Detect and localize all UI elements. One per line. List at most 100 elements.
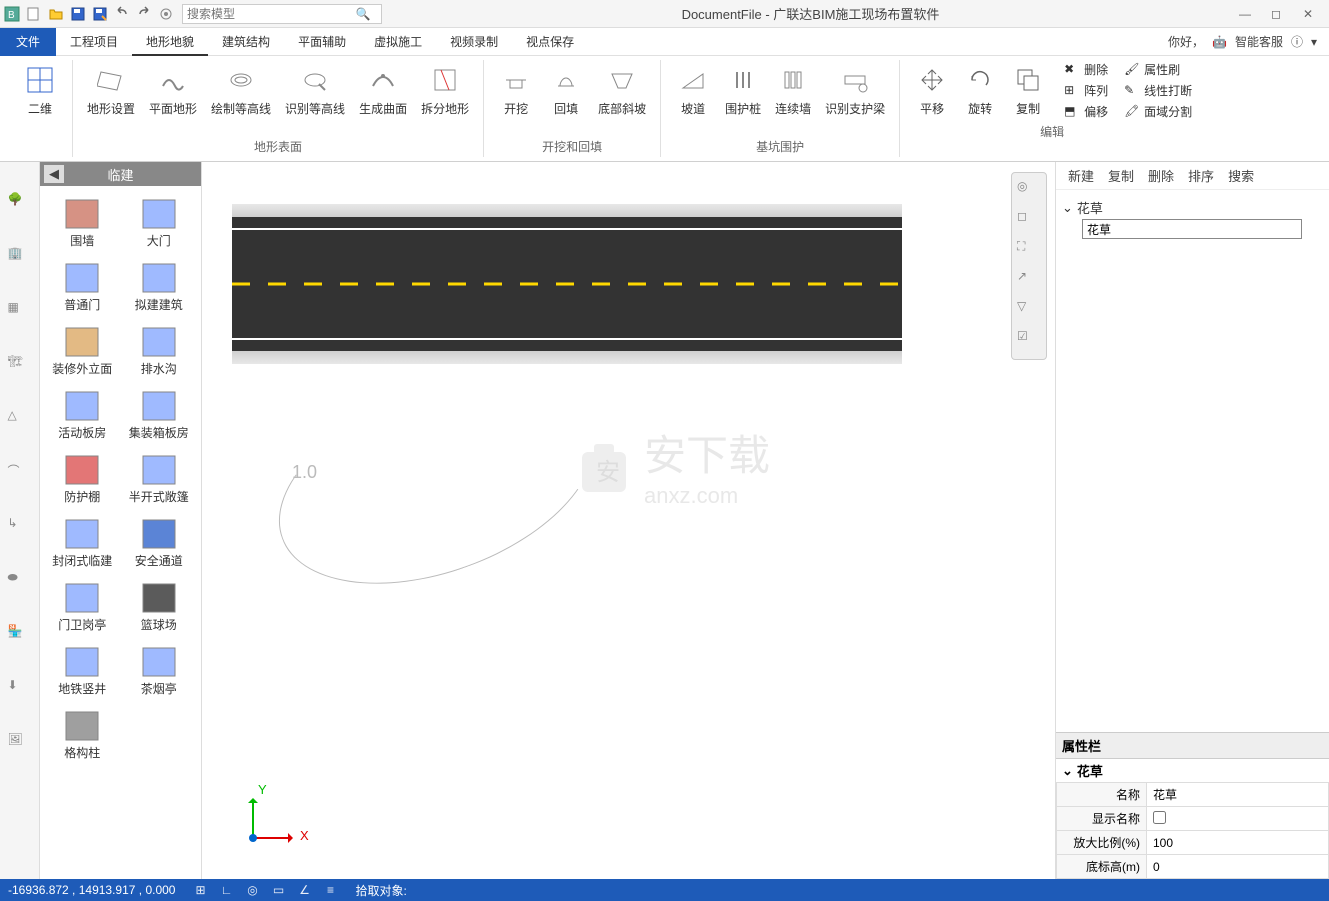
btn-backfill[interactable]: 回填: [542, 60, 590, 121]
search-icon[interactable]: 🔍: [353, 7, 373, 21]
menu-viewpoint[interactable]: 视点保存: [512, 28, 588, 56]
vt-filter-icon[interactable]: ▽: [1017, 299, 1041, 323]
tree-btn-new[interactable]: 新建: [1068, 166, 1094, 185]
collapse-icon[interactable]: ⌄: [1062, 763, 1073, 779]
tree-btn-search[interactable]: 搜索: [1228, 166, 1254, 185]
cat-scaffold-icon[interactable]: ▦: [8, 300, 32, 324]
prop-row[interactable]: 名称花草: [1057, 783, 1329, 807]
cat-crane-icon[interactable]: 🏗: [8, 354, 32, 378]
cat-path-icon[interactable]: ↳: [8, 516, 32, 540]
tree-btn-delete[interactable]: 删除: [1148, 166, 1174, 185]
dropdown-icon[interactable]: ▾: [1311, 35, 1317, 49]
sb-icon2[interactable]: ∟: [217, 882, 235, 898]
viewport-3d[interactable]: 1.0 安 安下载anxz.com Y X ◎ ◻ ⛶ ↗ ▽ ☑: [202, 162, 1055, 879]
close-button[interactable]: ✕: [1303, 7, 1317, 21]
undo-icon[interactable]: [114, 6, 130, 22]
open-icon[interactable]: [48, 6, 64, 22]
cat-store-icon[interactable]: 🏪: [8, 624, 32, 648]
tree-item-input[interactable]: [1082, 219, 1302, 239]
cat-building-icon[interactable]: 🏢: [8, 246, 32, 270]
prop-section-header[interactable]: ⌄花草: [1056, 759, 1329, 782]
btn-offset[interactable]: ⬒偏移: [1060, 102, 1112, 121]
maximize-button[interactable]: ◻: [1271, 7, 1285, 21]
sb-icon3[interactable]: ◎: [243, 882, 261, 898]
prop-row[interactable]: 显示名称: [1057, 807, 1329, 831]
palette-item[interactable]: 装修外立面: [46, 320, 119, 380]
btn-delete[interactable]: ✖删除: [1060, 60, 1112, 79]
palette-item[interactable]: 格构柱: [46, 704, 119, 764]
cat-cylinder-icon[interactable]: ⬬: [8, 570, 32, 594]
btn-region-split[interactable]: 🖍面域分割: [1120, 102, 1196, 121]
btn-copy[interactable]: 复制: [1004, 60, 1052, 121]
btn-pan[interactable]: 平移: [908, 60, 956, 121]
btn-flat-terrain[interactable]: 平面地形: [143, 60, 203, 121]
palette-item[interactable]: 半开式敞篷: [123, 448, 196, 508]
cat-tree-icon[interactable]: 🌳: [8, 192, 32, 216]
palette-item[interactable]: 普通门: [46, 256, 119, 316]
btn-retaining-pile[interactable]: 围护桩: [719, 60, 767, 121]
prop-value[interactable]: 100: [1147, 831, 1329, 855]
palette-item[interactable]: 排水沟: [123, 320, 196, 380]
tree-node-root[interactable]: ⌄花草: [1062, 196, 1323, 219]
btn-draw-contour[interactable]: 绘制等高线: [205, 60, 277, 121]
palette-item[interactable]: 防护棚: [46, 448, 119, 508]
palette-back-button[interactable]: ◀: [44, 165, 64, 183]
btn-terrain-settings[interactable]: 地形设置: [81, 60, 141, 121]
btn-2d[interactable]: 二维: [16, 60, 64, 121]
palette-item[interactable]: 安全通道: [123, 512, 196, 572]
prop-row[interactable]: 放大比例(%)100: [1057, 831, 1329, 855]
palette-item[interactable]: 集装箱板房: [123, 384, 196, 444]
cat-triangle-icon[interactable]: △: [8, 408, 32, 432]
vt-fit-icon[interactable]: ⛶: [1017, 239, 1041, 263]
palette-item[interactable]: 活动板房: [46, 384, 119, 444]
prop-value[interactable]: 0: [1147, 855, 1329, 879]
save-icon[interactable]: [70, 6, 86, 22]
btn-diaphragm-wall[interactable]: 连续墙: [769, 60, 817, 121]
btn-prop-brush[interactable]: 🖌属性刷: [1120, 60, 1196, 79]
btn-identify-contour[interactable]: 识别等高线: [279, 60, 351, 121]
search-input[interactable]: [183, 7, 353, 21]
palette-item[interactable]: 篮球场: [123, 576, 196, 636]
search-box[interactable]: 🔍: [182, 4, 382, 24]
btn-array[interactable]: ⊞阵列: [1060, 81, 1112, 100]
menu-structure[interactable]: 建筑结构: [208, 28, 284, 56]
settings-icon[interactable]: [158, 6, 174, 22]
btn-split-terrain[interactable]: 拆分地形: [415, 60, 475, 121]
menu-file[interactable]: 文件: [0, 28, 56, 56]
btn-ramp[interactable]: 坡道: [669, 60, 717, 121]
sb-icon6[interactable]: ≡: [321, 882, 339, 898]
prop-row[interactable]: 底标高(m)0: [1057, 855, 1329, 879]
redo-icon[interactable]: [136, 6, 152, 22]
cat-arch-icon[interactable]: ⌒: [8, 462, 32, 486]
vt-orbit-icon[interactable]: ◎: [1017, 179, 1041, 203]
vt-arrow-icon[interactable]: ↗: [1017, 269, 1041, 293]
info-icon[interactable]: ⓘ: [1291, 33, 1303, 50]
smart-service-link[interactable]: 智能客服: [1235, 33, 1283, 50]
palette-item[interactable]: 茶烟亭: [123, 640, 196, 700]
menu-plane-aux[interactable]: 平面辅助: [284, 28, 360, 56]
prop-checkbox[interactable]: [1153, 811, 1166, 824]
btn-identify-beam[interactable]: 识别支护梁: [819, 60, 891, 121]
tree-btn-copy[interactable]: 复制: [1108, 166, 1134, 185]
sb-icon4[interactable]: ▭: [269, 882, 287, 898]
prop-value[interactable]: 花草: [1147, 783, 1329, 807]
menu-virtual[interactable]: 虚拟施工: [360, 28, 436, 56]
sb-icon1[interactable]: ⊞: [191, 882, 209, 898]
palette-item[interactable]: 大门: [123, 192, 196, 252]
tree-btn-sort[interactable]: 排序: [1188, 166, 1214, 185]
prop-value[interactable]: [1147, 807, 1329, 831]
sb-icon5[interactable]: ∠: [295, 882, 313, 898]
cat-image-icon[interactable]: 🖼: [8, 732, 32, 756]
saveas-icon[interactable]: [92, 6, 108, 22]
menu-terrain[interactable]: 地形地貌: [132, 28, 208, 56]
cat-download-icon[interactable]: ⬇: [8, 678, 32, 702]
road-object[interactable]: [232, 204, 902, 364]
vt-box-icon[interactable]: ◻: [1017, 209, 1041, 233]
vt-check-icon[interactable]: ☑: [1017, 329, 1041, 353]
minimize-button[interactable]: —: [1239, 7, 1253, 21]
btn-line-break[interactable]: ✎线性打断: [1120, 81, 1196, 100]
new-icon[interactable]: [26, 6, 42, 22]
btn-gen-surface[interactable]: 生成曲面: [353, 60, 413, 121]
btn-excavate[interactable]: 开挖: [492, 60, 540, 121]
palette-item[interactable]: 围墙: [46, 192, 119, 252]
